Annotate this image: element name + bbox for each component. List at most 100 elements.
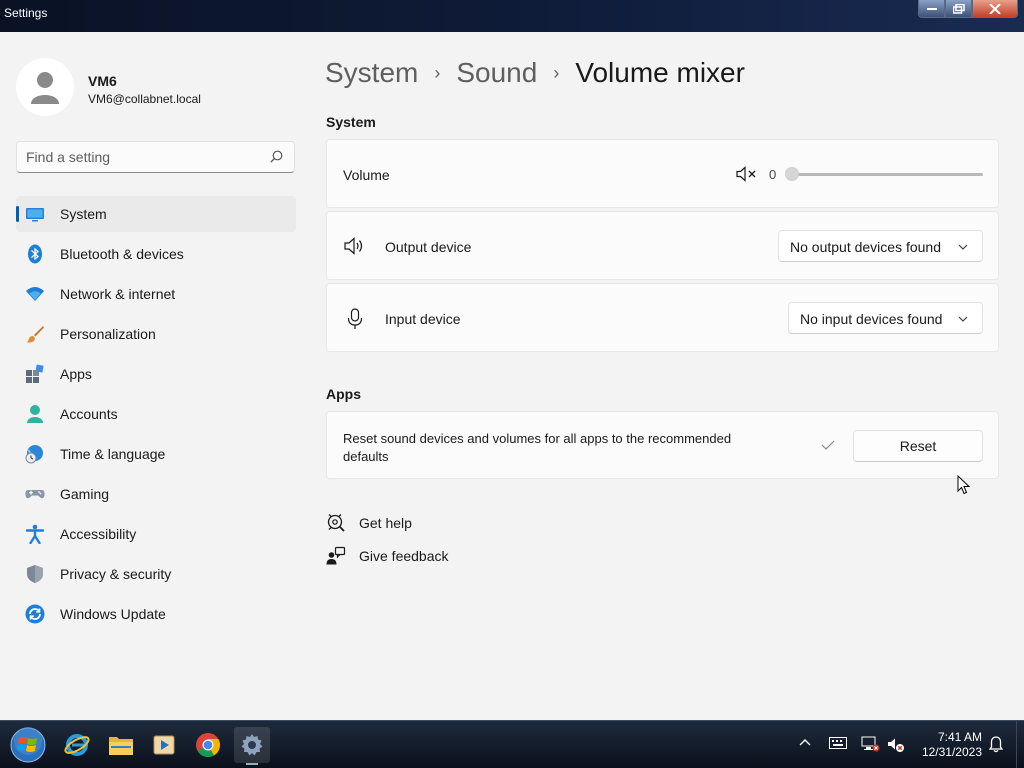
- give-feedback-link[interactable]: Give feedback: [326, 546, 449, 566]
- input-device-value: No input devices found: [800, 311, 943, 327]
- sidebar-item-privacy[interactable]: Privacy & security: [16, 556, 296, 592]
- volume-slider[interactable]: [785, 166, 985, 182]
- taskbar-chrome[interactable]: [190, 727, 226, 763]
- microphone-icon: [347, 308, 363, 329]
- volume-mute-tray-icon[interactable]: [887, 737, 905, 753]
- shield-icon: [27, 565, 43, 583]
- input-device-card: Input device No input devices found: [326, 283, 999, 352]
- sidebar-item-label: Gaming: [60, 486, 110, 502]
- sidebar-item-accessibility[interactable]: Accessibility: [16, 516, 296, 552]
- avatar: [16, 58, 74, 116]
- show-desktop-button[interactable]: [1016, 721, 1024, 768]
- sidebar-nav: System Bluetooth & devices Network & int…: [16, 196, 296, 636]
- taskbar-internet-explorer[interactable]: [59, 727, 95, 763]
- checkmark-icon: [821, 440, 835, 450]
- network-icon[interactable]: [860, 736, 880, 752]
- reset-description: Reset sound devices and volumes for all …: [343, 431, 732, 464]
- breadcrumb-item-sound[interactable]: Sound: [456, 57, 537, 89]
- start-orb-icon: [10, 727, 46, 763]
- sidebar-item-personalization[interactable]: Personalization: [16, 316, 296, 352]
- sidebar-item-label: Accounts: [60, 406, 118, 422]
- accounts-icon: [27, 405, 43, 423]
- restore-icon: [952, 3, 965, 14]
- bluetooth-icon: [28, 244, 42, 264]
- settings-window: VM6 VM6@collabnet.local System Bluetooth…: [0, 32, 1024, 720]
- chevron-up-icon[interactable]: [799, 738, 811, 746]
- breadcrumb-item-system[interactable]: System: [325, 57, 418, 89]
- speaker-icon: [344, 237, 363, 255]
- sidebar-item-label: System: [60, 206, 107, 222]
- sidebar-item-system[interactable]: System: [16, 196, 296, 232]
- sidebar-item-label: Network & internet: [60, 286, 176, 302]
- sidebar-item-label: Windows Update: [60, 606, 166, 622]
- close-icon: [989, 3, 1001, 14]
- search-box[interactable]: [16, 141, 295, 173]
- output-device-dropdown[interactable]: No output devices found: [778, 230, 983, 262]
- chrome-icon: [196, 733, 221, 758]
- volume-slider-track: [793, 173, 983, 176]
- input-device-label: Input device: [385, 311, 461, 327]
- search-input[interactable]: [26, 148, 266, 166]
- volume-label: Volume: [343, 167, 390, 183]
- mouse-cursor-icon: [957, 475, 971, 495]
- window-title: Settings: [4, 6, 48, 20]
- media-player-icon: [153, 735, 175, 755]
- section-title-system: System: [326, 114, 376, 130]
- keyboard-icon[interactable]: [829, 737, 847, 749]
- clock-date: 12/31/2023: [921, 745, 982, 759]
- taskbar-media-player[interactable]: [146, 727, 182, 763]
- notification-bell-icon[interactable]: [989, 736, 1003, 753]
- reset-card: Reset sound devices and volumes for all …: [326, 411, 999, 479]
- sidebar-item-label: Personalization: [60, 326, 156, 342]
- globe-clock-icon: [25, 445, 43, 464]
- title-bar: Settings: [0, 0, 1024, 32]
- get-help-label: Get help: [359, 515, 412, 531]
- chevron-right-icon: ›: [553, 62, 560, 83]
- input-device-dropdown[interactable]: No input devices found: [788, 302, 983, 334]
- user-name: VM6: [88, 73, 117, 89]
- taskbar: 7:41 AM 12/31/2023: [0, 720, 1024, 768]
- accessibility-icon: [25, 524, 45, 544]
- taskbar-clock[interactable]: 7:41 AM 12/31/2023: [916, 730, 982, 760]
- volume-slider-thumb[interactable]: [785, 167, 799, 181]
- get-help-link[interactable]: Get help: [326, 513, 412, 533]
- sidebar-item-accounts[interactable]: Accounts: [16, 396, 296, 432]
- volume-value: 0: [769, 167, 777, 182]
- sidebar-item-gaming[interactable]: Gaming: [16, 476, 296, 512]
- sidebar-item-network[interactable]: Network & internet: [16, 276, 296, 312]
- volume-card: Volume 0: [326, 139, 999, 208]
- sidebar-item-time-language[interactable]: Time & language: [16, 436, 296, 472]
- maximize-button[interactable]: [945, 0, 972, 18]
- sidebar-item-label: Apps: [60, 366, 92, 382]
- section-title-apps: Apps: [326, 386, 361, 402]
- minimize-icon: [926, 7, 937, 10]
- give-feedback-label: Give feedback: [359, 548, 449, 564]
- chevron-down-icon: [958, 244, 968, 250]
- taskbar-settings[interactable]: [234, 727, 270, 765]
- sidebar-item-apps[interactable]: Apps: [16, 356, 296, 392]
- window-controls: [918, 0, 1018, 18]
- output-device-label: Output device: [385, 239, 472, 255]
- start-button[interactable]: [8, 725, 48, 765]
- user-email: VM6@collabnet.local: [88, 92, 201, 106]
- volume-muted-icon[interactable]: [736, 166, 758, 182]
- breadcrumb: System › Sound › Volume mixer: [325, 57, 745, 89]
- sidebar-item-bluetooth[interactable]: Bluetooth & devices: [16, 236, 296, 272]
- minimize-button[interactable]: [918, 0, 945, 18]
- clock-time: 7:41 AM: [937, 730, 982, 744]
- gamepad-icon: [25, 490, 45, 499]
- chevron-right-icon: ›: [434, 62, 441, 83]
- reset-button[interactable]: Reset: [853, 430, 983, 462]
- wifi-icon: [26, 287, 44, 301]
- sidebar-item-windows-update[interactable]: Windows Update: [16, 596, 296, 632]
- search-icon[interactable]: [270, 150, 283, 163]
- help-icon: [327, 514, 345, 532]
- taskbar-file-explorer[interactable]: [103, 727, 139, 763]
- output-device-value: No output devices found: [790, 239, 941, 255]
- close-button[interactable]: [972, 0, 1018, 18]
- brush-icon: [26, 326, 44, 343]
- user-avatar-icon: [31, 72, 59, 104]
- internet-explorer-icon: [64, 734, 90, 756]
- file-explorer-icon: [109, 737, 133, 755]
- apps-icon: [26, 364, 44, 383]
